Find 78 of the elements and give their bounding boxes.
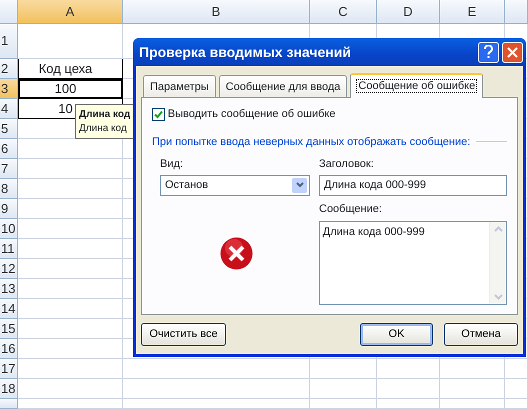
table-cell[interactable] [377,379,440,399]
row-header[interactable]: 10 [0,219,18,239]
table-cell[interactable] [18,299,123,319]
close-button[interactable] [502,42,523,62]
field-label: Вид: [160,156,184,172]
style-dropdown[interactable]: Останов [160,174,310,196]
table-cell[interactable] [377,359,440,379]
column-header[interactable] [505,0,528,24]
help-icon [483,45,494,59]
button[interactable]: Очистить все [141,323,226,346]
column-header[interactable]: D [377,0,440,24]
table-cell[interactable] [440,379,505,399]
table-cell[interactable] [505,359,528,379]
row-header[interactable]: 3 [0,79,18,99]
table-cell[interactable] [123,379,310,399]
table-cell[interactable] [18,24,123,59]
button[interactable]: Отмена [444,323,518,346]
table-cell[interactable] [123,359,310,379]
tab[interactable]: Сообщение об ошибке [350,73,484,98]
select-all-corner[interactable] [0,0,18,24]
row-header[interactable] [0,399,18,409]
column-header[interactable]: B [123,0,310,24]
column-header[interactable]: E [440,0,505,24]
table-cell[interactable]: 100 [18,79,123,99]
table-cell[interactable] [440,359,505,379]
table-cell[interactable] [505,399,528,409]
row-header[interactable]: 17 [0,359,18,379]
row-header[interactable]: 5 [0,119,18,139]
tab[interactable]: Сообщение для ввода [218,75,348,97]
table-cell[interactable] [377,399,440,409]
table-cell[interactable] [18,359,123,379]
table-cell[interactable] [18,399,123,409]
row-header[interactable]: 13 [0,279,18,299]
field-label: Сообщение: [319,202,383,218]
row-header[interactable]: 9 [0,199,18,219]
checkbox[interactable] [152,108,165,121]
row-header[interactable]: 15 [0,319,18,339]
button[interactable]: OK [360,323,433,346]
column-header[interactable]: C [310,0,377,24]
table-cell[interactable] [505,379,528,399]
close-icon [507,46,518,58]
tooltip-text: Длина код [79,122,128,136]
window-title: Проверка вводимых значений [139,42,352,62]
table-cell[interactable] [310,379,377,399]
row-header[interactable]: 6 [0,139,18,159]
row-header[interactable]: 18 [0,379,18,399]
table-cell[interactable] [310,399,377,409]
help-button[interactable] [478,42,500,62]
column-header[interactable]: A [18,0,123,24]
table-cell[interactable] [18,239,123,259]
table-cell[interactable] [123,399,310,409]
section-label: При попытке ввода неверных данных отображать сообщение: [152,134,470,150]
checkbox-label[interactable]: Выводить сообщение об ошибке [168,106,336,122]
table-cell[interactable] [18,219,123,239]
row-header[interactable]: 8 [0,179,18,199]
table-cell[interactable] [18,159,123,179]
tab[interactable]: Параметры [143,75,216,97]
row-header[interactable]: 14 [0,299,18,319]
field-label: Заголовок: [319,156,375,172]
row-header[interactable]: 11 [0,239,18,259]
table-cell[interactable] [18,379,123,399]
row-header[interactable]: 16 [0,339,18,359]
table-cell[interactable] [18,319,123,339]
row-header[interactable]: 2 [0,59,18,79]
table-cell[interactable] [18,339,123,359]
row-header[interactable]: 12 [0,259,18,279]
row-header[interactable]: 4 [0,99,18,119]
table-cell[interactable]: Код цеха [18,59,123,79]
table-cell[interactable] [18,259,123,279]
row-header[interactable]: 7 [0,159,18,179]
table-cell[interactable] [18,199,123,219]
table-cell[interactable] [440,399,505,409]
table-cell[interactable] [310,359,377,379]
table-cell[interactable] [18,279,123,299]
title-field[interactable]: Длина кода 000-999 [319,174,507,196]
table-cell[interactable] [18,179,123,199]
row-header[interactable]: 1 [0,24,18,59]
error-icon [220,236,253,270]
